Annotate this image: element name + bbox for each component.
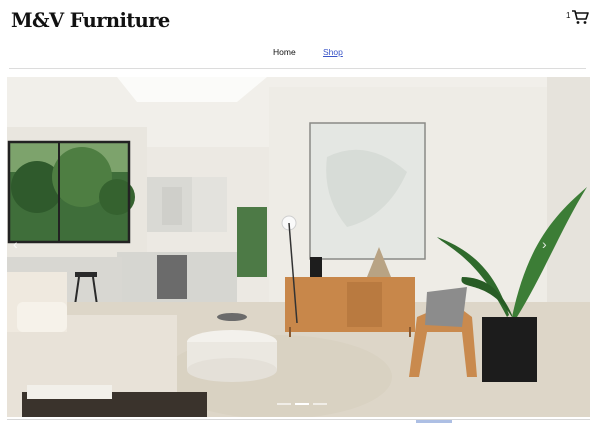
brand-logo[interactable]: M&V Furniture xyxy=(11,9,170,32)
cart-count: 1 xyxy=(566,11,571,20)
shopping-cart-icon xyxy=(572,10,589,24)
next-slide-button[interactable]: › xyxy=(542,237,547,251)
partial-link[interactable] xyxy=(416,420,452,423)
header-divider xyxy=(9,68,586,69)
prev-slide-button[interactable]: ‹ xyxy=(13,237,18,251)
nav-shop-link[interactable]: Shop xyxy=(323,47,343,57)
nav-home-link[interactable]: Home xyxy=(273,47,296,57)
slide-dot[interactable] xyxy=(295,403,309,405)
slide-dot[interactable] xyxy=(313,403,327,405)
cart-button[interactable]: 1 xyxy=(566,9,590,27)
main-nav: Home Shop xyxy=(0,47,598,63)
footer-divider xyxy=(7,419,590,420)
hero-slideshow[interactable]: ‹ › xyxy=(7,77,590,417)
slide-dot[interactable] xyxy=(277,403,291,405)
hero-image xyxy=(7,77,590,417)
site-header: M&V Furniture 1 Home Shop xyxy=(0,0,598,70)
